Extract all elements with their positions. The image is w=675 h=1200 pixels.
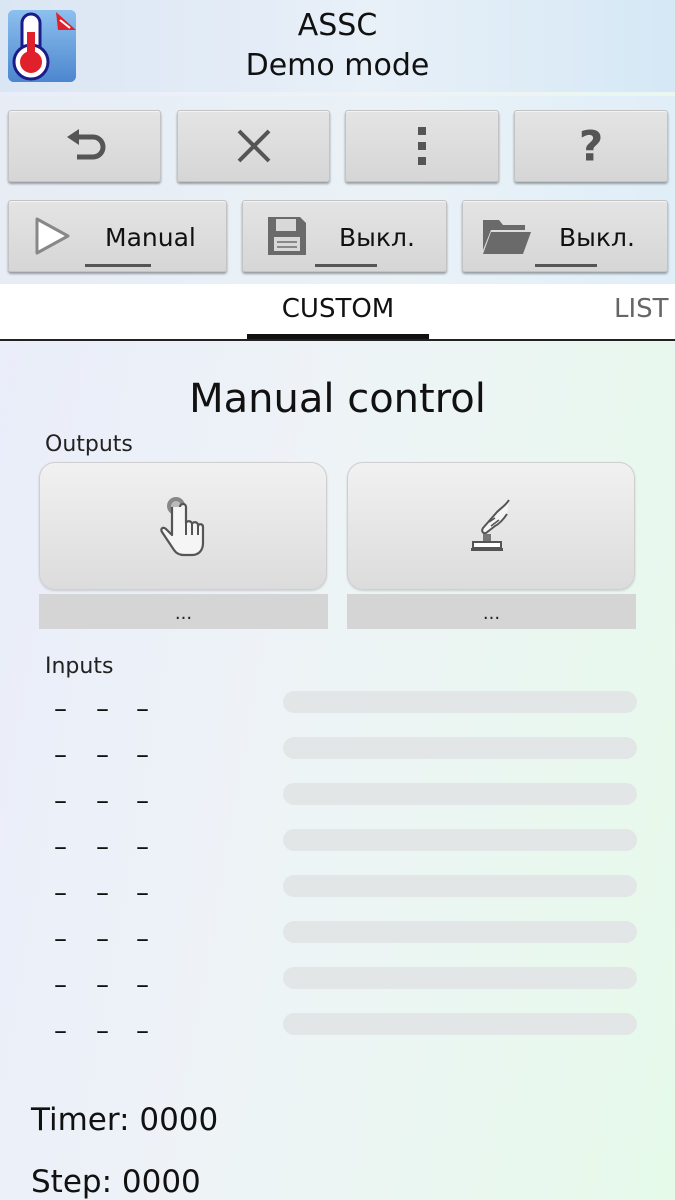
input-bar-6 [283,921,637,943]
input-value: – [54,970,67,1000]
more-vert-icon [418,127,426,165]
input-value: – [54,878,67,908]
input-value: – [96,694,109,724]
output-button-1[interactable] [39,462,327,590]
tab-bar: CUSTOM LIST [0,284,675,340]
hand-pointer-icon [160,497,205,557]
step-readout: Step: 0000 [31,1164,201,1200]
input-bar-1 [283,691,637,713]
input-value: – [54,832,67,862]
input-value: – [136,832,149,862]
input-value: – [54,740,67,770]
input-value: – [54,1016,67,1046]
mode-dropdown-underline [85,264,151,267]
undo-button[interactable] [8,110,161,182]
input-value: – [136,1016,149,1046]
outputs-label: Outputs [45,432,133,457]
input-value: – [136,694,149,724]
help-button[interactable]: ? [514,110,668,182]
help-icon: ? [578,121,604,171]
open-dropdown-underline [535,264,597,267]
input-value: – [96,924,109,954]
input-value: – [136,970,149,1000]
input-value: – [136,786,149,816]
tab-custom[interactable]: CUSTOM [247,294,429,324]
input-value: – [136,740,149,770]
input-value: – [96,740,109,770]
mode-label: Manual [105,223,196,252]
input-bar-3 [283,783,637,805]
input-value: – [96,786,109,816]
input-value: – [54,786,67,816]
app-title: ASSC [297,8,378,43]
more-options-button[interactable] [345,110,499,182]
input-value: – [96,1016,109,1046]
output-caption-1: ... [39,594,328,629]
play-icon [35,217,70,255]
input-value: – [54,924,67,954]
output-button-2[interactable] [347,462,635,590]
timer-readout: Timer: 0000 [31,1102,219,1138]
input-bar-8 [283,1013,637,1035]
input-bar-4 [283,829,637,851]
save-dropdown-underline [315,264,377,267]
page-title: Manual control [189,376,486,422]
input-value: – [96,970,109,1000]
floppy-disk-icon [268,217,306,255]
inputs-label: Inputs [45,654,114,679]
tab-divider [0,339,675,341]
input-value: – [136,878,149,908]
input-value: – [96,832,109,862]
input-bar-2 [283,737,637,759]
save-label: Выкл. [339,223,415,252]
undo-icon [66,129,105,160]
open-label: Выкл. [559,223,635,252]
input-value: – [96,878,109,908]
folder-open-icon [483,220,531,254]
open-folder-button[interactable]: Выкл. [462,200,668,272]
app-header: ASSC Demo mode [0,0,675,92]
save-button[interactable]: Выкл. [242,200,447,272]
input-bar-7 [283,967,637,989]
close-button[interactable] [177,110,330,182]
hand-press-switch-icon [471,499,510,551]
output-caption-2: ... [347,594,636,629]
toolbar: ? Manual Выкл. Выкл. [0,96,675,284]
input-value: – [136,924,149,954]
input-value: – [54,694,67,724]
mode-select-button[interactable]: Manual [8,200,227,272]
tab-list[interactable]: LIST [614,294,669,324]
input-bar-5 [283,875,637,897]
close-icon [237,129,270,163]
mode-subtitle: Demo mode [245,48,430,83]
